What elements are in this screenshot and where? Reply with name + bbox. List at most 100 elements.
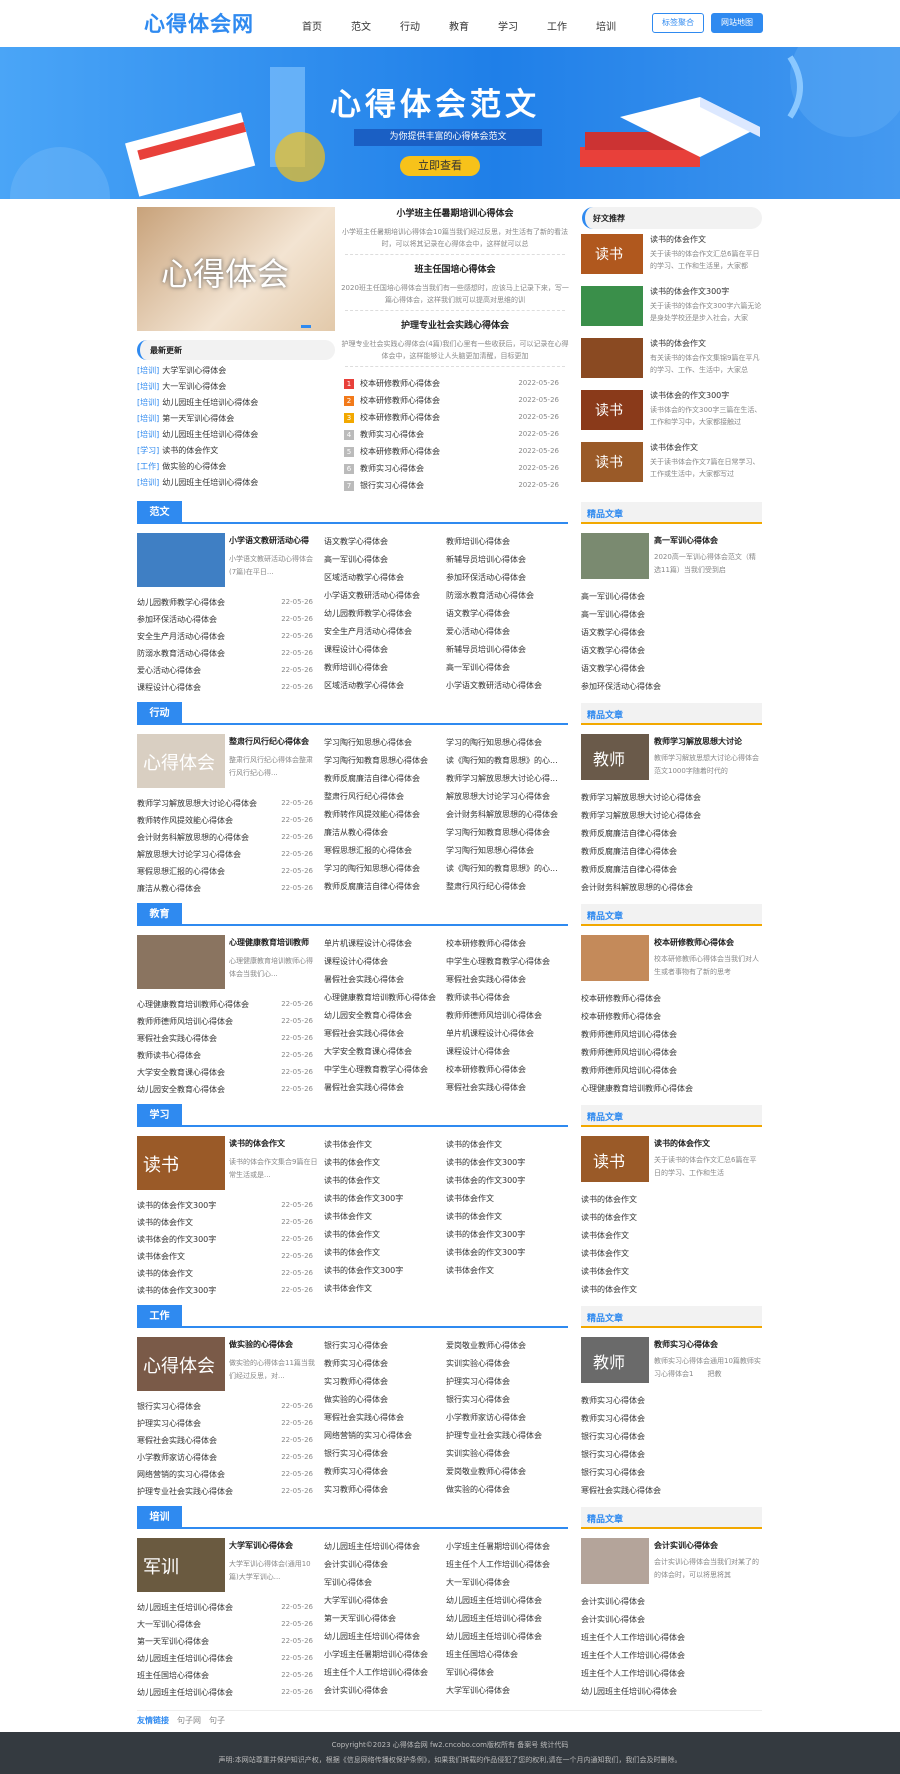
category-tag[interactable]: [培训] — [137, 398, 159, 407]
section-thumbnail[interactable] — [137, 935, 225, 989]
article-link[interactable]: 单片机课程设计心得体会 — [324, 935, 439, 953]
recommend-article-title[interactable]: 读书体会的作文300字 — [650, 390, 762, 401]
article-link[interactable]: 教师读书心得体会 — [446, 989, 568, 1007]
list-item[interactable]: 银行实习心得体会 22-05-26 — [137, 1398, 313, 1415]
article-link[interactable]: 幼儿园班主任培训心得体会 — [446, 1592, 568, 1610]
article-link[interactable]: 大学军训心得体会 — [324, 1592, 439, 1610]
article-link[interactable]: 读书体会的作文300字 — [137, 1235, 216, 1244]
article-link[interactable]: 银行实习心得体会 — [581, 1428, 762, 1446]
sidebar-article-title[interactable]: 会计实训心得体会 — [654, 1540, 762, 1551]
article-link[interactable]: 网络营销的实习心得体会 — [137, 1470, 225, 1479]
category-tag[interactable]: [培训] — [137, 414, 159, 423]
section-thumbnail[interactable]: 读书 — [137, 1136, 225, 1190]
article-link[interactable]: 区域活动教学心得体会 — [324, 677, 439, 695]
category-tag[interactable]: [培训] — [137, 478, 159, 487]
article-link[interactable]: 课程设计心得体会 — [324, 953, 439, 971]
recommend-article-title[interactable]: 读书的体会作文 — [650, 338, 762, 349]
section-thumbnail[interactable]: 军训 — [137, 1538, 225, 1592]
section-feature-title[interactable]: 小学语文教研活动心得 — [229, 535, 319, 546]
article-link[interactable]: 大学安全教育课心得体会 — [137, 1068, 225, 1077]
article-link[interactable]: 会计财务科解放思想的心得体会 — [446, 806, 568, 824]
article-link[interactable]: 学习的陶行知思想心得体会 — [324, 860, 439, 878]
list-item[interactable]: [培训] 大一军训心得体会 — [137, 379, 335, 395]
section-label[interactable]: 行动 — [137, 702, 182, 725]
ranked-item[interactable]: 1 校本研修教师心得体会 2022-05-26 — [344, 375, 559, 392]
sidebar-thumbnail[interactable] — [581, 935, 649, 981]
list-item[interactable]: 第一天军训心得体会 22-05-26 — [137, 1633, 313, 1650]
article-link[interactable]: 小学班主任暑期培训心得体会 — [324, 1646, 439, 1664]
article-link[interactable]: 心理健康教育培训教师心得体会 — [137, 1000, 249, 1009]
article-link[interactable]: 大一军训心得体会 — [162, 382, 226, 391]
article-link[interactable]: 参加环保活动心得体会 — [446, 569, 568, 587]
article-link[interactable]: 银行实习心得体会 — [137, 1402, 201, 1411]
article-link[interactable]: 廉洁从教心得体会 — [324, 824, 439, 842]
article-link[interactable]: 小学教师家访心得体会 — [446, 1409, 568, 1427]
list-item[interactable]: [培训] 幼儿园班主任培训心得体会 — [137, 395, 335, 411]
article-link[interactable]: 会计实训心得体会 — [324, 1682, 439, 1700]
article-link[interactable]: 教师师德师风培训心得体会 — [581, 1062, 762, 1080]
article-link[interactable]: 教师反腐廉洁自律心得体会 — [581, 861, 762, 879]
article-link[interactable]: 寒假思想汇报的心得体会 — [324, 842, 439, 860]
article-link[interactable]: 语文教学心得体会 — [581, 624, 762, 642]
article-link[interactable]: 读书体会作文 — [137, 1252, 185, 1261]
category-tag[interactable]: [工作] — [137, 462, 159, 471]
article-link[interactable]: 教师实习心得体会 — [360, 430, 424, 439]
article-link[interactable]: 做实验的心得体会 — [162, 462, 226, 471]
article-link[interactable]: 读书体会作文 — [581, 1245, 762, 1263]
list-item[interactable]: 读书体会作文 22-05-26 — [137, 1248, 313, 1265]
list-item[interactable]: 大一军训心得体会 22-05-26 — [137, 1616, 313, 1633]
feature-title[interactable]: 小学班主任暑期培训心得体会 — [340, 206, 570, 219]
article-link[interactable]: 幼儿园班主任培训心得体会 — [324, 1628, 439, 1646]
article-link[interactable]: 读书体会的作文300字 — [446, 1172, 568, 1190]
sidebar-thumbnail[interactable] — [581, 1538, 649, 1584]
article-link[interactable]: 读书体会作文 — [324, 1136, 439, 1154]
nav-item[interactable]: 范文 — [351, 18, 400, 33]
sidebar-article-title[interactable]: 教师实习心得体会 — [654, 1339, 762, 1350]
article-link[interactable]: 幼儿园班主任培训心得体会 — [162, 430, 258, 439]
ranked-item[interactable]: 3 校本研修教师心得体会 2022-05-26 — [344, 409, 559, 426]
article-link[interactable]: 读书体会作文 — [446, 1262, 568, 1280]
list-item[interactable]: [培训] 幼儿园班主任培训心得体会 — [137, 427, 335, 443]
list-item[interactable]: 会计财务科解放思想的心得体会 22-05-26 — [137, 829, 313, 846]
article-link[interactable]: 银行实习心得体会 — [581, 1446, 762, 1464]
article-link[interactable]: 幼儿园班主任培训心得体会 — [446, 1610, 568, 1628]
article-thumbnail[interactable]: 读书 — [581, 390, 643, 430]
article-link[interactable]: 会计财务科解放思想的心得体会 — [581, 879, 762, 897]
category-tag[interactable]: [学习] — [137, 446, 159, 455]
article-link[interactable]: 幼儿园教师教学心得体会 — [324, 605, 439, 623]
article-link[interactable]: 班主任个人工作培训心得体会 — [581, 1629, 762, 1647]
list-item[interactable]: 护理实习心得体会 22-05-26 — [137, 1415, 313, 1432]
ranked-item[interactable]: 2 校本研修教师心得体会 2022-05-26 — [344, 392, 559, 409]
article-link[interactable]: 语文教学心得体会 — [581, 642, 762, 660]
article-link[interactable]: 教师实习心得体会 — [360, 464, 424, 473]
article-link[interactable]: 暑假社会实践心得体会 — [324, 971, 439, 989]
article-link[interactable]: 语文教学心得体会 — [581, 660, 762, 678]
article-link[interactable]: 爱岗敬业教师心得体会 — [446, 1337, 568, 1355]
sidebar-article-title[interactable]: 读书的体会作文 — [654, 1138, 762, 1149]
list-item[interactable]: [培训] 第一天军训心得体会 — [137, 411, 335, 427]
article-link[interactable]: 教师转作风提效能心得体会 — [137, 816, 233, 825]
article-link[interactable]: 网络营销的实习心得体会 — [324, 1427, 439, 1445]
article-link[interactable]: 校本研修教师心得体会 — [581, 990, 762, 1008]
ranked-item[interactable]: 6 教师实习心得体会 2022-05-26 — [344, 460, 559, 477]
article-link[interactable]: 读书的体会作文 — [324, 1172, 439, 1190]
article-link[interactable]: 教师实习心得体会 — [581, 1392, 762, 1410]
article-link[interactable]: 中学生心理教育教学心得体会 — [324, 1061, 439, 1079]
featured-slide[interactable]: 心得体会 — [137, 207, 335, 331]
article-link[interactable]: 新辅导员培训心得体会 — [446, 641, 568, 659]
section-label[interactable]: 教育 — [137, 903, 182, 926]
article-link[interactable]: 教师转作风提效能心得体会 — [324, 806, 439, 824]
article-link[interactable]: 大一军训心得体会 — [137, 1620, 201, 1629]
article-link[interactable]: 小学语文教研活动心得体会 — [446, 677, 568, 695]
list-item[interactable]: 教师转作风提效能心得体会 22-05-26 — [137, 812, 313, 829]
article-link[interactable]: 读《陶行知的教育思想》的心... — [446, 860, 568, 878]
article-link[interactable]: 银行实习心得体会 — [360, 481, 424, 490]
list-item[interactable]: 教师读书心得体会 22-05-26 — [137, 1047, 313, 1064]
list-item[interactable]: 寒假社会实践心得体会 22-05-26 — [137, 1432, 313, 1449]
article-link[interactable]: 教师反腐廉洁自律心得体会 — [324, 770, 439, 788]
section-feature-title[interactable]: 做实验的心得体会 — [229, 1339, 319, 1350]
article-link[interactable]: 银行实习心得体会 — [581, 1464, 762, 1482]
ranked-item[interactable]: 5 校本研修教师心得体会 2022-05-26 — [344, 443, 559, 460]
sidebar-article-title[interactable]: 高一军训心得体会 — [654, 535, 762, 546]
article-link[interactable]: 会计实训心得体会 — [324, 1556, 439, 1574]
